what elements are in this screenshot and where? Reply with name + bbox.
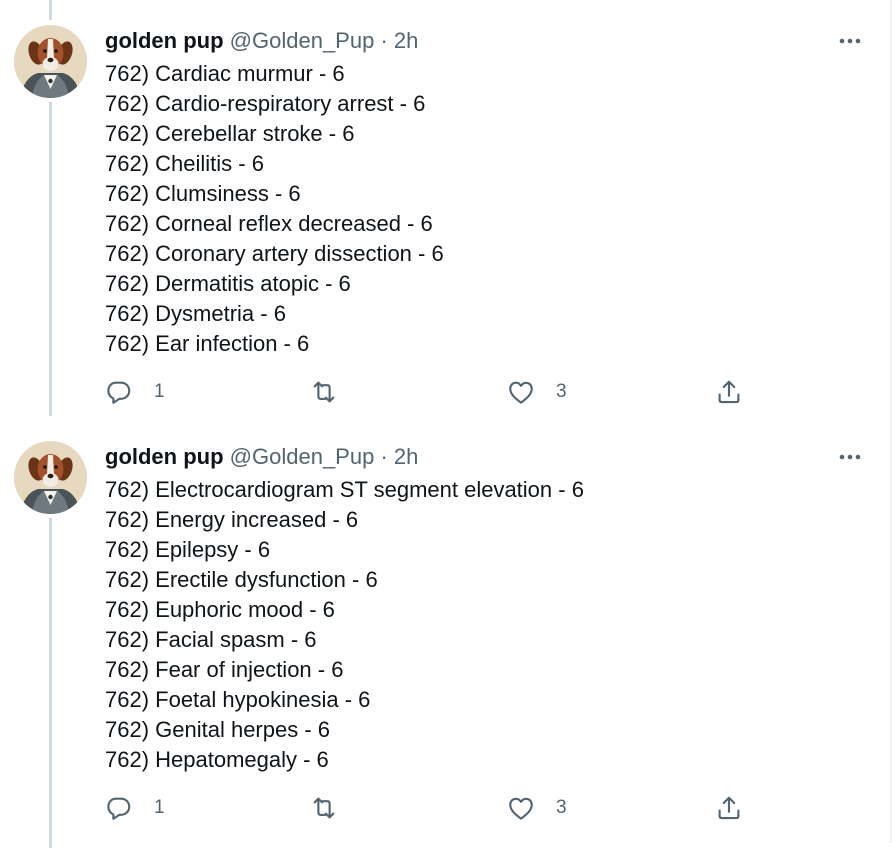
- tweet-line: 762) Cerebellar stroke - 6: [105, 121, 355, 146]
- reply-button[interactable]: 1: [104, 376, 165, 408]
- dog-portrait-avatar-icon: [14, 441, 87, 514]
- more-options-button[interactable]: [834, 30, 866, 52]
- retweet-button[interactable]: [309, 376, 359, 408]
- tweet-line: 762) Corneal reflex decreased - 6: [105, 211, 433, 236]
- like-button[interactable]: 3: [506, 792, 567, 824]
- reply-button[interactable]: 1: [104, 792, 165, 824]
- tweet-line: 762) Cardio-respiratory arrest - 6: [105, 91, 426, 116]
- share-icon: [718, 380, 740, 404]
- tweet-line: 762) Ear infection - 6: [105, 331, 310, 356]
- tweet-line: 762) Clumsiness - 6: [105, 181, 301, 206]
- display-name[interactable]: golden pup: [105, 28, 224, 53]
- dog-portrait-avatar-icon: [14, 25, 87, 98]
- avatar[interactable]: [14, 441, 87, 514]
- tweet-line: 762) Energy increased - 6: [105, 507, 359, 532]
- tweet-line: 762) Genital herpes - 6: [105, 717, 331, 742]
- separator: ·: [380, 444, 388, 469]
- share-button[interactable]: [714, 792, 744, 824]
- tweet[interactable]: golden pup @Golden_Pup · 2h 762) Electro…: [0, 416, 888, 848]
- tweet-text: 762) Cardiac murmur - 6 762) Cardio-resp…: [105, 59, 825, 359]
- tweet-text: 762) Electrocardiogram ST segment elevat…: [105, 475, 825, 775]
- tweet-line: 762) Facial spasm - 6: [105, 627, 317, 652]
- more-options-icon: [839, 38, 861, 44]
- tweet-line: 762) Coronary artery dissection - 6: [105, 241, 444, 266]
- tweet-line: 762) Cardiac murmur - 6: [105, 61, 345, 86]
- reply-count: 1: [154, 797, 165, 818]
- tweet-line: 762) Hepatomegaly - 6: [105, 747, 329, 772]
- share-icon: [718, 796, 740, 820]
- thread-line: [49, 102, 52, 416]
- tweet-line: 762) Dysmetria - 6: [105, 301, 286, 326]
- tweet[interactable]: golden pup @Golden_Pup · 2h 762) Cardiac…: [0, 0, 888, 416]
- retweet-icon: [313, 797, 335, 819]
- reply-count: 1: [154, 381, 165, 402]
- tweet-actions: 1 3: [0, 792, 888, 824]
- retweet-button[interactable]: [309, 792, 359, 824]
- tweet-line: 762) Cheilitis - 6: [105, 151, 264, 176]
- like-count: 3: [556, 797, 567, 818]
- share-button[interactable]: [714, 376, 744, 408]
- tweet-line: 762) Dermatitis atopic - 6: [105, 271, 351, 296]
- display-name[interactable]: golden pup: [105, 444, 224, 469]
- timestamp[interactable]: 2h: [394, 444, 418, 469]
- tweet-header: golden pup @Golden_Pup · 2h: [105, 27, 418, 55]
- reply-icon: [107, 797, 131, 820]
- separator: ·: [380, 28, 388, 53]
- tweet-line: 762) Erectile dysfunction - 6: [105, 567, 378, 592]
- tweet-line: 762) Epilepsy - 6: [105, 537, 271, 562]
- tweet-line: 762) Euphoric mood - 6: [105, 597, 335, 622]
- tweet-line: 762) Foetal hypokinesia - 6: [105, 687, 371, 712]
- handle[interactable]: @Golden_Pup: [230, 28, 375, 53]
- avatar[interactable]: [14, 25, 87, 98]
- retweet-icon: [313, 381, 335, 403]
- heart-icon: [509, 797, 533, 820]
- handle[interactable]: @Golden_Pup: [230, 444, 375, 469]
- reply-icon: [107, 381, 131, 404]
- tweet-header: golden pup @Golden_Pup · 2h: [105, 443, 418, 471]
- more-options-button[interactable]: [834, 446, 866, 468]
- like-button[interactable]: 3: [506, 376, 567, 408]
- tweet-actions: 1 3: [0, 376, 888, 408]
- tweet-line: 762) Fear of injection - 6: [105, 657, 344, 682]
- heart-icon: [509, 381, 533, 404]
- tweet-line: 762) Electrocardiogram ST segment elevat…: [105, 477, 584, 502]
- more-options-icon: [839, 454, 861, 460]
- timestamp[interactable]: 2h: [394, 28, 418, 53]
- like-count: 3: [556, 381, 567, 402]
